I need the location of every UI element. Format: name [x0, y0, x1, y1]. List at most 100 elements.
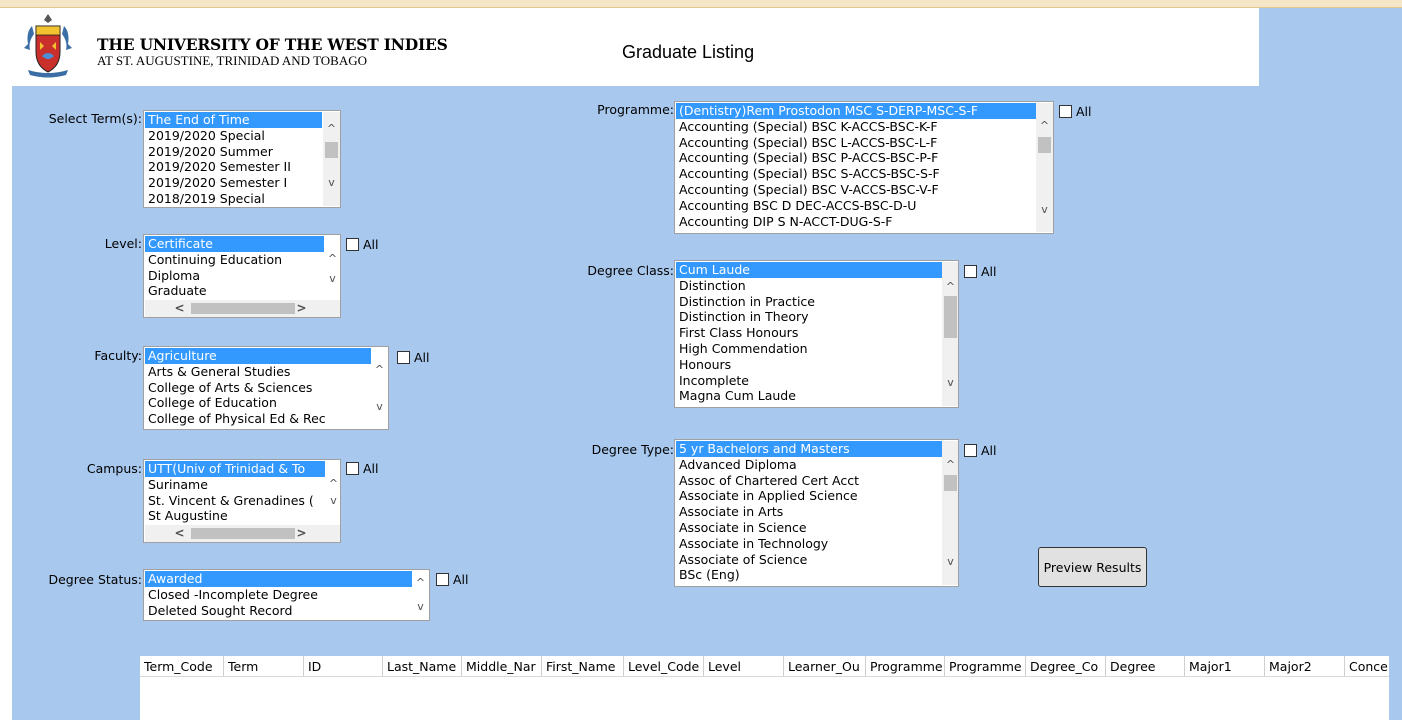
list-item[interactable]: Arts & General Studies	[145, 364, 371, 380]
column-header[interactable]: Term_Code	[140, 656, 224, 677]
level-scrollbar[interactable]: ^ v	[324, 236, 340, 300]
chevron-up-icon[interactable]: ^	[942, 278, 958, 295]
column-header[interactable]: Degree	[1106, 656, 1185, 677]
column-header[interactable]: Term	[224, 656, 304, 677]
list-item[interactable]: Suriname	[145, 477, 326, 493]
list-item[interactable]: Associate in Arts	[676, 504, 942, 520]
list-item[interactable]: Associate in Applied Science	[676, 488, 942, 504]
list-item[interactable]: 2018/2019 Special	[145, 191, 322, 207]
checkbox-icon[interactable]	[964, 444, 977, 457]
level-listbox[interactable]: Certificate Continuing Education Diploma…	[143, 234, 341, 318]
chevron-left-icon[interactable]: <	[171, 300, 188, 317]
column-header[interactable]: Major2	[1265, 656, 1345, 677]
list-item[interactable]: College of Arts & Sciences	[145, 380, 371, 396]
list-item[interactable]: Certificate	[145, 236, 325, 252]
list-item[interactable]: College of Physical Ed & Rec	[145, 411, 371, 427]
checkbox-icon[interactable]	[346, 462, 359, 475]
list-item[interactable]: Honours	[676, 357, 942, 373]
campus-hscrollbar[interactable]: < >	[145, 525, 340, 542]
scroll-thumb[interactable]	[191, 303, 295, 314]
chevron-up-icon[interactable]: ^	[325, 475, 340, 492]
list-item[interactable]: Magna Cum Laude	[676, 388, 942, 404]
list-item[interactable]: Accounting (Special) BSC P-ACCS-BSC-P-F	[676, 150, 1036, 166]
scroll-thumb[interactable]	[944, 475, 957, 491]
programme-scrollbar[interactable]: ^ v	[1036, 103, 1053, 232]
degree-class-all-checkbox[interactable]: All	[964, 264, 997, 279]
chevron-up-icon[interactable]: ^	[371, 361, 388, 378]
degree-class-scrollbar[interactable]: ^ v	[942, 262, 958, 406]
campus-listbox[interactable]: UTT(Univ of Trinidad & To Suriname St. V…	[143, 459, 341, 543]
faculty-all-checkbox[interactable]: All	[397, 350, 430, 365]
chevron-right-icon[interactable]: >	[293, 300, 310, 317]
terms-scrollbar[interactable]: ^ v	[323, 112, 340, 206]
programme-all-checkbox[interactable]: All	[1059, 104, 1092, 119]
list-item[interactable]: 2019/2020 Special	[145, 128, 322, 144]
list-item[interactable]: First Class Honours	[676, 325, 942, 341]
column-header[interactable]: Level	[704, 656, 784, 677]
list-item[interactable]: St Augustine	[145, 508, 326, 524]
list-item[interactable]: (Dentistry)Rem Prostodon MSC S-DERP-MSC-…	[676, 103, 1036, 119]
chevron-up-icon[interactable]: ^	[942, 456, 958, 473]
checkbox-icon[interactable]	[964, 265, 977, 278]
terms-listbox[interactable]: The End of Time 2019/2020 Special 2019/2…	[143, 110, 341, 208]
list-item[interactable]: Accounting (Special) BSC V-ACCS-BSC-V-F	[676, 182, 1036, 198]
checkbox-icon[interactable]	[436, 573, 449, 586]
list-item[interactable]: Cum Laude	[676, 262, 942, 278]
degree-status-listbox[interactable]: Awarded Closed -Incomplete Degree Delete…	[143, 569, 430, 621]
chevron-down-icon[interactable]: v	[942, 553, 958, 570]
list-item[interactable]: Closed -Incomplete Degree	[145, 587, 412, 603]
chevron-down-icon[interactable]: v	[942, 374, 958, 391]
degree-status-scrollbar[interactable]: ^ v	[412, 571, 429, 619]
list-item[interactable]: The End of Time	[145, 112, 322, 128]
list-item[interactable]: Deleted Sought Record	[145, 603, 412, 619]
chevron-down-icon[interactable]: v	[1036, 201, 1053, 218]
list-item[interactable]: 2019/2020 Semester II	[145, 159, 322, 175]
chevron-down-icon[interactable]: v	[324, 270, 340, 287]
list-item[interactable]: Associate in Science	[676, 520, 942, 536]
chevron-up-icon[interactable]: ^	[324, 250, 340, 267]
chevron-up-icon[interactable]: ^	[412, 574, 429, 591]
chevron-up-icon[interactable]: ^	[323, 120, 340, 137]
chevron-up-icon[interactable]: ^	[1036, 117, 1053, 134]
column-header[interactable]: Last_Name	[383, 656, 462, 677]
chevron-down-icon[interactable]: v	[323, 174, 340, 191]
column-header[interactable]: Middle_Nar	[462, 656, 542, 677]
list-item[interactable]: Associate of Science	[676, 552, 942, 568]
degree-type-scrollbar[interactable]: ^ v	[942, 441, 958, 585]
scroll-thumb[interactable]	[191, 528, 295, 539]
chevron-right-icon[interactable]: >	[293, 525, 310, 542]
campus-all-checkbox[interactable]: All	[346, 461, 379, 476]
column-header[interactable]: First_Name	[542, 656, 624, 677]
checkbox-icon[interactable]	[1059, 105, 1072, 118]
column-header[interactable]: Major1	[1185, 656, 1265, 677]
campus-scrollbar[interactable]: ^ v	[325, 461, 340, 525]
list-item[interactable]: Graduate	[145, 283, 325, 299]
column-header[interactable]: Programme	[945, 656, 1026, 677]
list-item[interactable]: College of Education	[145, 395, 371, 411]
level-hscrollbar[interactable]: < >	[145, 300, 340, 317]
column-header[interactable]: ID	[304, 656, 383, 677]
list-item[interactable]: Agriculture	[145, 348, 371, 364]
list-item[interactable]: Assoc of Chartered Cert Acct	[676, 473, 942, 489]
level-all-checkbox[interactable]: All	[346, 237, 379, 252]
list-item[interactable]: Associate in Technology	[676, 536, 942, 552]
chevron-down-icon[interactable]: v	[412, 598, 429, 615]
scroll-thumb[interactable]	[944, 296, 957, 338]
list-item[interactable]: 2019/2020 Summer	[145, 144, 322, 160]
column-header[interactable]: Programme	[866, 656, 945, 677]
list-item[interactable]: Accounting DIP S N-ACCT-DUG-S-F	[676, 214, 1036, 230]
scroll-thumb[interactable]	[1038, 137, 1051, 153]
list-item[interactable]: 5 yr Bachelors and Masters	[676, 441, 942, 457]
column-header[interactable]: Level_Code	[624, 656, 704, 677]
scroll-thumb[interactable]	[325, 142, 338, 158]
degree-type-all-checkbox[interactable]: All	[964, 443, 997, 458]
list-item[interactable]: UTT(Univ of Trinidad & To	[145, 461, 326, 477]
chevron-down-icon[interactable]: v	[325, 492, 340, 509]
list-item[interactable]: Incomplete	[676, 373, 942, 389]
checkbox-icon[interactable]	[397, 351, 410, 364]
list-item[interactable]: BSc (Eng)	[676, 567, 942, 583]
list-item[interactable]: Distinction in Practice	[676, 294, 942, 310]
programme-listbox[interactable]: (Dentistry)Rem Prostodon MSC S-DERP-MSC-…	[674, 101, 1054, 234]
chevron-down-icon[interactable]: v	[371, 398, 388, 415]
chevron-left-icon[interactable]: <	[171, 525, 188, 542]
